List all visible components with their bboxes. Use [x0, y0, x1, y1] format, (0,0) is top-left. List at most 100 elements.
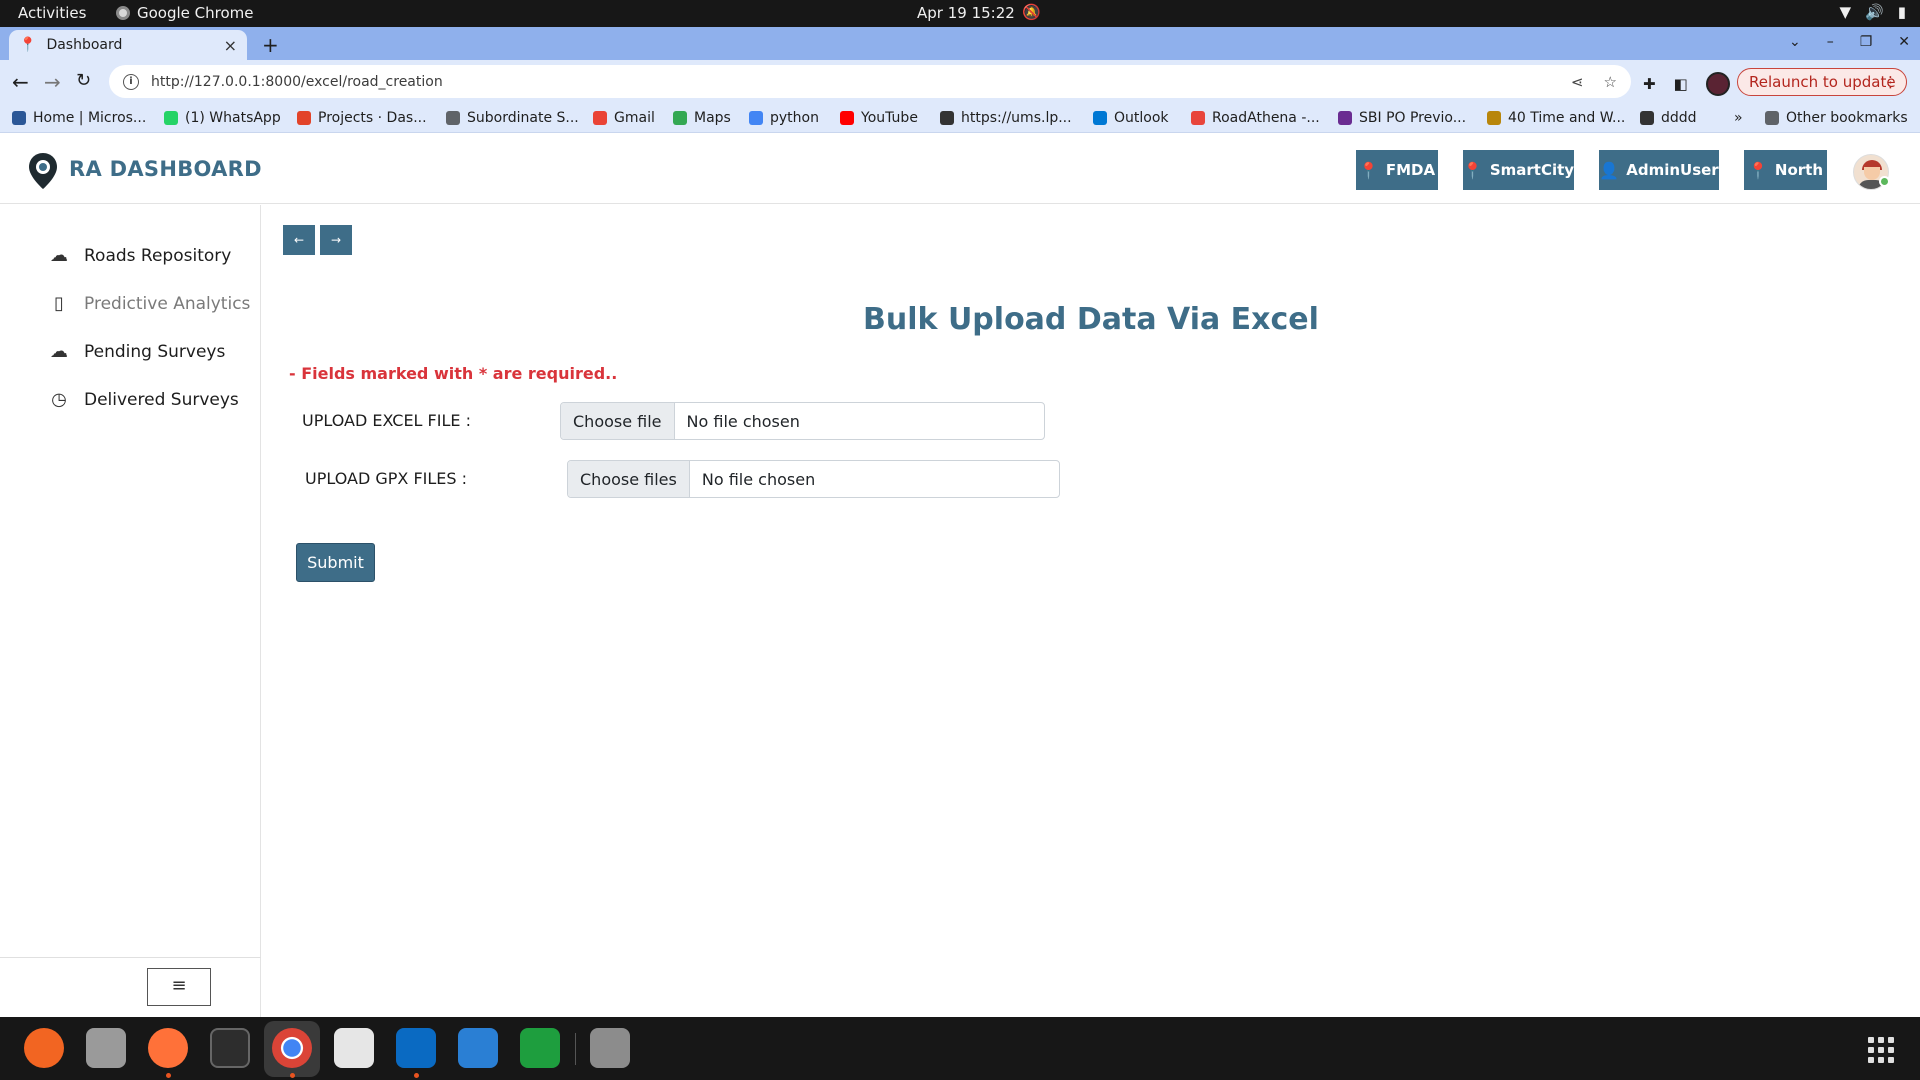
sidebar-item-label: Delivered Surveys [84, 389, 239, 410]
share-icon[interactable]: ⋖ [1571, 73, 1584, 91]
bookmark-item[interactable]: 40 Time and W... [1487, 110, 1625, 126]
bookmark-item[interactable]: (1) WhatsApp [164, 110, 281, 126]
tab-dashboard[interactable]: 📍 Dashboard × [9, 30, 247, 60]
bookmark-item[interactable]: SBI PO Previo... [1338, 110, 1466, 126]
app-name: Google Chrome [137, 4, 254, 22]
terminal-icon[interactable] [210, 1028, 250, 1068]
header-button-adminuser[interactable]: 👤 AdminUser [1599, 150, 1719, 190]
dock-separator [575, 1033, 576, 1065]
new-tab-button[interactable]: + [262, 33, 279, 57]
files-icon[interactable] [86, 1028, 126, 1068]
map-pin-icon: 📍 [19, 37, 37, 53]
maximize-icon[interactable]: ❐ [1860, 34, 1873, 50]
header-button-label: SmartCity [1489, 161, 1575, 179]
bookmark-favicon-icon [297, 111, 311, 125]
bookmarks-overflow[interactable]: » [1734, 110, 1743, 126]
sidebar-item-predictive-analytics[interactable]: ▯ Predictive Analytics [48, 293, 250, 314]
bookmark-item[interactable]: RoadAthena -... [1191, 110, 1320, 126]
browser-toolbar: ← → ↻ i http://127.0.0.1:8000/excel/road… [0, 60, 1920, 103]
bookmark-label: 40 Time and W... [1508, 110, 1626, 126]
page-title: Bulk Upload Data Via Excel [863, 302, 1319, 337]
notifications-off-icon: 🔕 [1022, 3, 1041, 21]
activities-button[interactable]: Activities [18, 4, 86, 22]
relaunch-button[interactable]: Relaunch to update ⋮ [1737, 68, 1907, 96]
submit-button[interactable]: Submit [296, 543, 375, 582]
header-button-north[interactable]: 📍 North [1744, 150, 1827, 190]
map-pin-icon: 📍 [1358, 160, 1379, 180]
required-fields-note: - Fields marked with * are required.. [289, 364, 618, 383]
show-apps-icon[interactable] [1868, 1037, 1894, 1063]
gpx-files-input[interactable]: Choose files No file chosen [567, 460, 1060, 498]
bookmark-item[interactable]: Home | Micros... [12, 110, 146, 126]
system-tray[interactable]: ▼ 🔊 ▮ [1840, 3, 1907, 21]
tab-search-icon[interactable]: ⌄ [1789, 34, 1801, 50]
sidebar-item-roads-repository[interactable]: ☁ Roads Repository [48, 245, 231, 266]
bookmark-item[interactable]: https://ums.lp... [940, 110, 1072, 126]
bookmark-item[interactable]: Subordinate S... [446, 110, 579, 126]
header-button-smartcity[interactable]: 📍 SmartCity [1463, 150, 1574, 190]
drawing-app-icon[interactable] [24, 1028, 64, 1068]
sidebar-item-delivered-surveys[interactable]: ◷ Delivered Surveys [48, 389, 239, 410]
choose-files-button[interactable]: Choose files [568, 461, 690, 497]
close-window-icon[interactable]: ✕ [1898, 34, 1910, 50]
forward-icon[interactable]: → [44, 70, 61, 94]
calc-icon[interactable] [520, 1028, 560, 1068]
sidebar-item-label: Roads Repository [84, 245, 232, 266]
cloud-upload-icon: ☁ [50, 341, 68, 362]
firefox-icon[interactable] [148, 1028, 188, 1068]
excel-file-input[interactable]: Choose file No file chosen [560, 402, 1045, 440]
bookmark-label: Outlook [1114, 110, 1169, 126]
bookmark-favicon-icon [593, 111, 607, 125]
address-bar[interactable]: i http://127.0.0.1:8000/excel/road_creat… [109, 65, 1631, 98]
bookmarks-bar: » Other bookmarks Home | Micros... (1) Wh… [0, 103, 1920, 133]
bookmark-item[interactable]: Outlook [1093, 110, 1169, 126]
vscode-icon[interactable] [396, 1028, 436, 1068]
writer-icon[interactable] [458, 1028, 498, 1068]
site-info-icon[interactable]: i [123, 73, 139, 90]
window-controls: ⌄ – ❐ ✕ [1789, 34, 1910, 50]
header-button-fmda[interactable]: 📍 FMDA [1356, 150, 1438, 190]
sidebar-item-pending-surveys[interactable]: ☁ Pending Surveys [48, 341, 225, 362]
bookmark-item[interactable]: YouTube [840, 110, 918, 126]
bookmark-favicon-icon [1093, 111, 1107, 125]
bookmark-star-icon[interactable]: ☆ [1604, 73, 1617, 91]
back-icon[interactable]: ← [12, 70, 29, 94]
choose-file-button[interactable]: Choose file [561, 403, 675, 439]
minimize-icon[interactable]: – [1827, 34, 1834, 50]
header-button-label: North [1774, 161, 1824, 179]
clock[interactable]: Apr 19 15:22 [917, 4, 1015, 22]
trash-icon[interactable] [590, 1028, 630, 1068]
header-button-label: FMDA [1385, 161, 1436, 179]
bookmark-favicon-icon [446, 111, 460, 125]
bookmark-label: python [770, 110, 819, 126]
reload-icon[interactable]: ↻ [76, 70, 91, 91]
more-menu-icon[interactable]: ⋮ [1883, 73, 1898, 91]
other-bookmarks-label: Other bookmarks [1786, 110, 1908, 126]
bookmark-label: SBI PO Previo... [1359, 110, 1467, 126]
back-arrow-button[interactable]: ← [283, 225, 315, 255]
side-panel-icon[interactable]: ◧ [1674, 75, 1688, 93]
chrome-icon[interactable] [272, 1028, 312, 1068]
file-status: No file chosen [701, 469, 816, 489]
profile-avatar[interactable] [1705, 72, 1730, 96]
document-viewer-icon[interactable] [334, 1028, 374, 1068]
extensions-icon[interactable]: ✚ [1643, 75, 1656, 93]
bookmark-item[interactable]: dddd [1640, 110, 1697, 126]
bookmark-label: YouTube [861, 110, 918, 126]
bookmark-item[interactable]: Gmail [593, 110, 655, 126]
sidebar-item-label: Pending Surveys [84, 341, 226, 362]
tab-strip: 📍 Dashboard × + ⌄ – ❐ ✕ [0, 27, 1920, 60]
other-bookmarks[interactable]: Other bookmarks [1765, 110, 1908, 126]
folder-icon [1765, 111, 1779, 125]
bookmark-favicon-icon [749, 111, 763, 125]
online-status-badge [1879, 176, 1890, 187]
menu-toggle-button[interactable]: ≡ [147, 968, 211, 1006]
bookmark-item[interactable]: python [749, 110, 819, 126]
forward-arrow-button[interactable]: → [320, 225, 352, 255]
bookmark-item[interactable]: Maps [673, 110, 731, 126]
brand-title[interactable]: RA DASHBOARD [69, 157, 262, 181]
bookmark-item[interactable]: Projects · Das... [297, 110, 427, 126]
app-menu[interactable]: Google Chrome [116, 4, 254, 22]
close-tab-icon[interactable]: × [224, 36, 237, 55]
bookmark-favicon-icon [1640, 111, 1654, 125]
